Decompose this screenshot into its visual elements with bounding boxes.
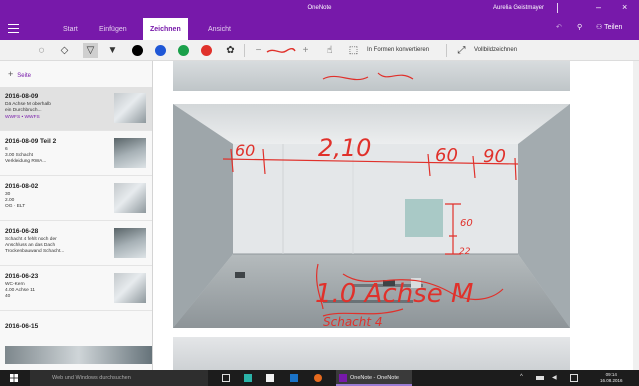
page-thumbnail [114,183,146,213]
dimension-label: 60 [235,141,255,160]
page-item[interactable]: 2016-08-09 Dä Achse M oberhalb ein Durch… [0,87,152,131]
page-preview-line: ein Durchbruch... [5,108,42,113]
undo-icon[interactable]: ↶ [556,23,562,31]
tab-start[interactable]: Start [56,18,85,40]
pen-color-blue[interactable] [155,45,166,56]
share-label: Teilen [604,24,623,31]
outlook-icon[interactable] [290,374,298,382]
task-view-icon[interactable] [222,374,230,382]
pen-icon[interactable]: ▽ [83,43,98,58]
photo-next [173,337,570,370]
page-preview-line: 40 [5,294,11,299]
toolbar-divider [446,44,447,57]
canvas-scrollbar[interactable] [633,61,639,370]
taskbar-app-label: OneNote - OneNote [350,375,399,381]
pen-color-green[interactable] [178,45,189,56]
ink-note: 1.0 Achse M [315,279,473,309]
dimension-label: 60 [435,145,458,166]
photo-previous [173,61,570,91]
page-thumbnail [114,273,146,303]
pen-color-red[interactable] [201,45,212,56]
fullscreen-icon[interactable]: ⤢ [454,43,469,58]
site-photo: 60 2,10 60 90 60 22 1.0 Achse M Schacht … [173,104,570,328]
clock-date: 16.08.2016 [600,378,623,383]
page-title: 2016-08-09 [5,93,39,100]
share-icon: ⚇ [596,24,603,31]
page-thumbnail [114,138,146,168]
volume-icon[interactable]: ◀ [552,374,560,382]
dimension-label: 22 [459,247,471,257]
page-preview-line: OG · ELT [5,204,26,209]
title-separator [557,3,558,13]
draw-toolbar: ◌ ◇ ▽ ▼ ✿ − + ☝ ⬚ In Formen konvertieren… [0,40,639,61]
tray-chevron-icon[interactable]: ^ [520,374,528,382]
convert-to-shapes-button[interactable]: In Formen konvertieren [367,47,429,53]
eraser-icon[interactable]: ◇ [57,43,72,58]
store-icon[interactable] [244,374,252,382]
page-thumbnail [114,93,146,123]
taskbar: Web und Windows durchsuchen OneNote - On… [0,370,639,386]
dimension-label: 60 [460,218,473,229]
close-icon[interactable]: × [622,2,627,12]
onenote-window: OneNote Aurelia Geistmayer – × Start Ein… [0,0,639,370]
lasso-select-icon[interactable]: ◌ [34,43,49,58]
taskbar-onenote-button[interactable]: OneNote - OneNote [336,370,412,386]
color-palette-icon[interactable]: ✿ [223,43,238,58]
highlighter-icon[interactable]: ▼ [105,43,120,58]
page-item[interactable]: 2016-06-28 Schacht 4 fehlt noch der Ansc… [0,222,152,266]
page-preview-line: Verkleidung RWA... [5,159,47,164]
page-title: 2016-06-23 [5,273,39,280]
minimize-icon[interactable]: – [596,2,601,12]
ink-annotations[interactable]: 60 2,10 60 90 60 22 1.0 Achse M Schacht … [173,104,570,328]
ribbon-tabs: Start Einfügen Zeichnen Ansicht ↶ ⚲ ⚇ Te… [0,18,639,40]
notification-icon[interactable] [570,374,578,382]
note-canvas[interactable]: 60 2,10 60 90 60 22 1.0 Achse M Schacht … [153,61,639,370]
search-placeholder: Web und Windows durchsuchen [52,375,131,381]
tab-zeichnen[interactable]: Zeichnen [143,18,188,40]
tab-einfuegen[interactable]: Einfügen [92,18,134,40]
page-list: + Seite 2016-08-09 Dä Achse M oberhalb ei… [0,61,153,370]
battery-icon[interactable] [536,376,544,380]
thickness-plus-icon[interactable]: + [298,43,313,58]
onenote-icon [339,374,347,382]
add-page-label: Seite [17,73,31,79]
convert-shapes-icon[interactable]: ⬚ [346,43,361,58]
page-title: 2016-08-02 [5,183,39,190]
page-item[interactable]: 2016-06-23 WC-Kern 4.00 Achse 11 40 [0,267,152,311]
file-explorer-icon[interactable] [266,374,274,382]
page-item[interactable]: 2016-08-09 Teil 2 6 3.00 Schacht Verklei… [0,132,152,176]
firefox-icon[interactable] [314,374,322,382]
system-clock[interactable]: 09:14 16.08.2016 [600,372,623,384]
taskbar-search[interactable]: Web und Windows durchsuchen [30,370,208,386]
tab-ansicht[interactable]: Ansicht [201,18,238,40]
pen-color-black[interactable] [132,45,143,56]
page-thumbnail [5,346,152,364]
page-tags: WWFS • WWFS [5,115,40,120]
page-title[interactable]: 2016-06-15 [5,323,38,330]
toolbar-divider [244,44,245,57]
ink-note: Schacht 4 [323,315,383,328]
title-bar: OneNote Aurelia Geistmayer – × [0,0,639,18]
plus-icon: + [8,69,14,79]
thickness-minus-icon[interactable]: − [251,43,266,58]
share-button[interactable]: ⚇ Teilen [596,23,622,31]
page-preview-line: Trockenbauwand Schacht... [5,249,65,254]
page-title: 2016-08-09 Teil 2 [5,138,57,145]
add-page-button[interactable]: + Seite [8,69,31,79]
dimension-label: 90 [483,146,506,167]
page-title: 2016-06-28 [5,228,39,235]
page-thumbnail [114,228,146,258]
dimension-label: 2,10 [318,134,371,162]
fullscreen-draw-button[interactable]: Vollbildzeichnen [474,47,517,53]
touch-draw-icon[interactable]: ☝ [322,43,337,58]
page-item[interactable]: 2016-08-02 30 2.00 OG · ELT [0,177,152,221]
account-name[interactable]: Aurelia Geistmayer [493,5,544,11]
person-icon[interactable]: ⚲ [577,23,582,31]
hamburger-menu-icon[interactable] [8,24,19,33]
stroke-preview [266,48,296,53]
windows-start-icon[interactable] [10,374,18,382]
